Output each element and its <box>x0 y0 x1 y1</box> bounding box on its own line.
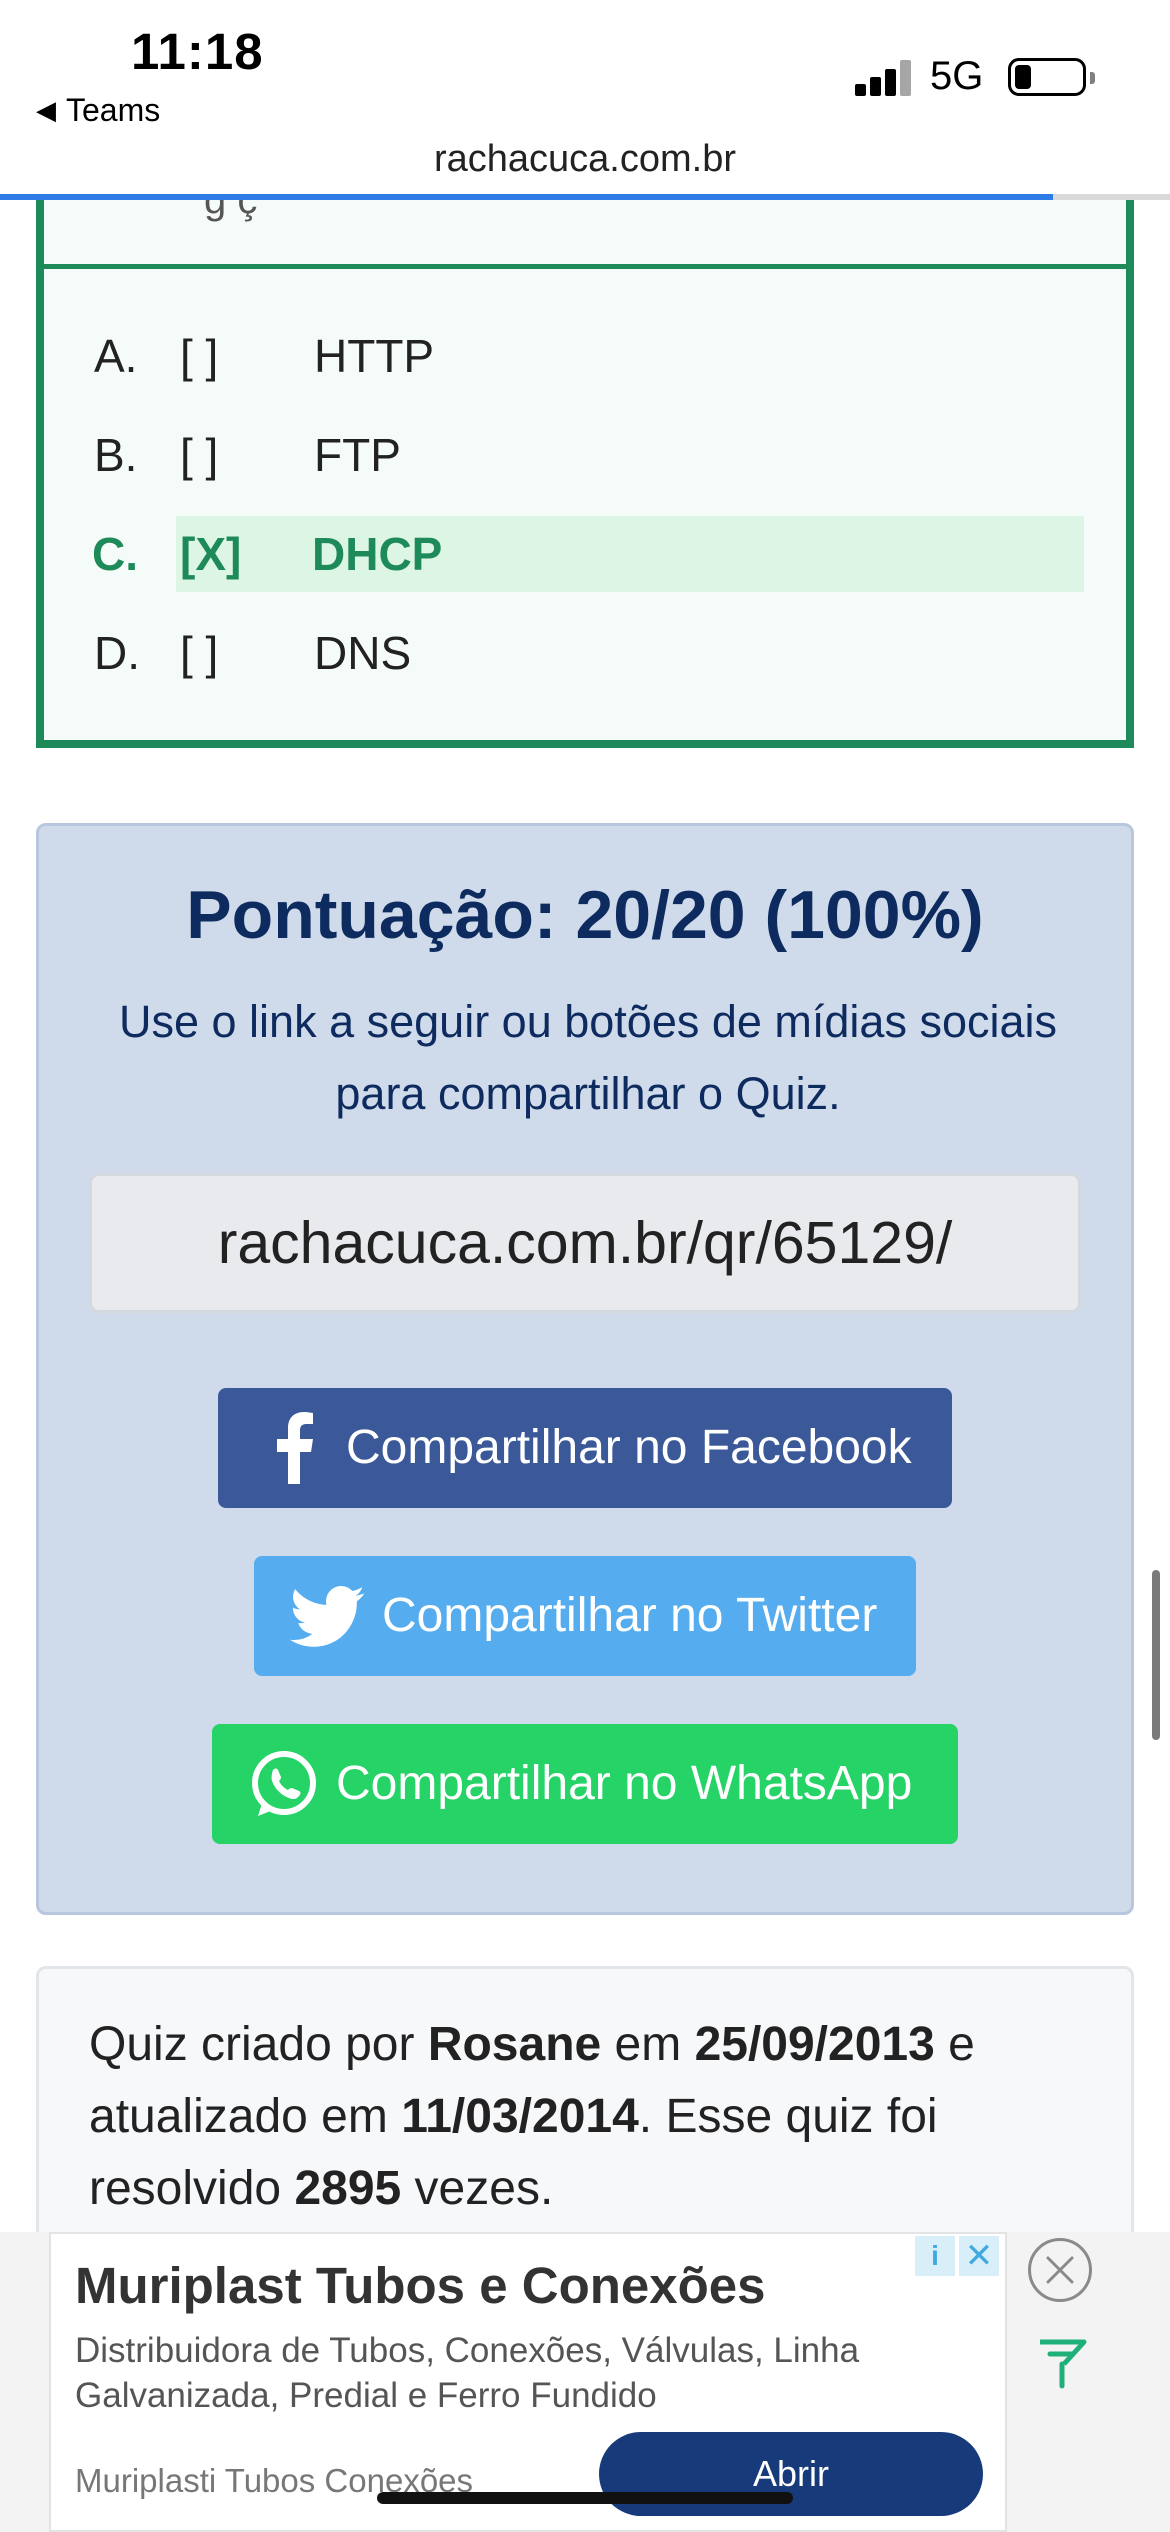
option-letter: C. <box>92 528 138 580</box>
option-letter: B. <box>94 429 138 481</box>
option-text: DNS <box>314 627 412 679</box>
ad-content[interactable]: Muriplast Tubos e Conexões Distribuidora… <box>49 2232 1007 2532</box>
page-load-progress <box>0 194 1170 200</box>
ad-choices-close-icon[interactable]: ✕ <box>959 2236 999 2276</box>
share-twitter-button[interactable]: Compartilhar no Twitter <box>254 1556 916 1676</box>
status-time: 11:18 <box>131 23 264 80</box>
whatsapp-icon <box>252 1751 316 1816</box>
ad-network-logo-icon <box>1040 2339 1087 2389</box>
address-bar-url[interactable]: rachacuca.com.br <box>0 138 1170 181</box>
network-type: 5G <box>930 54 984 98</box>
share-link-field[interactable]: rachacuca.com.br/qr/65129/ <box>89 1173 1081 1313</box>
option-checkbox: [ ] <box>180 330 219 382</box>
home-indicator[interactable] <box>377 2492 793 2504</box>
ad-description: Distribuidora de Tubos, Conexões, Válvul… <box>75 2331 860 2415</box>
option-letter: D. <box>94 627 140 679</box>
quiz-info-text: Quiz criado por Rosane em 25/09/2013 e a… <box>89 2018 975 2215</box>
ad-info-icon[interactable]: i <box>915 2236 955 2276</box>
solved-count: 2895 <box>294 2162 402 2215</box>
option-checkbox: [ ] <box>180 627 219 679</box>
score-title: Pontuação: 20/20 (100%) <box>186 877 984 953</box>
share-instructions: Use o link a seguir ou botões de mídias … <box>119 996 1057 1119</box>
share-whatsapp-button[interactable]: Compartilhar no WhatsApp <box>212 1724 958 1844</box>
close-icon <box>1046 2256 1074 2284</box>
share-facebook-label: Compartilhar no Facebook <box>346 1421 912 1474</box>
twitter-icon <box>290 1586 365 1647</box>
status-bar: 11:18 ◀ Teams 5G rachacuca.com.br <box>0 0 1170 200</box>
ad-close-button[interactable] <box>1028 2238 1092 2302</box>
back-triangle-icon: ◀ <box>36 95 56 125</box>
battery-icon <box>1008 58 1095 96</box>
score-card: Pontuação: 20/20 (100%) Use o link a seg… <box>36 823 1134 1915</box>
updated-date: 11/03/2014 <box>401 2090 639 2143</box>
back-app-label: Teams <box>66 92 161 128</box>
created-date: 25/09/2013 <box>694 2018 935 2071</box>
share-twitter-label: Compartilhar no Twitter <box>382 1589 878 1642</box>
question-card: g ç A. [ ] HTTP B. [ ] FTP C. [X] DHCP D… <box>36 140 1134 748</box>
option-text: DHCP <box>312 528 443 580</box>
ad-title[interactable]: Muriplast Tubos e Conexões <box>75 2256 766 2315</box>
quiz-author[interactable]: Rosane <box>428 2018 601 2071</box>
option-text: FTP <box>314 429 401 481</box>
share-whatsapp-label: Compartilhar no WhatsApp <box>336 1757 913 1810</box>
option-text: HTTP <box>314 330 435 382</box>
option-letter: A. <box>94 330 138 382</box>
question-divider <box>44 264 1126 269</box>
option-checkbox: [X] <box>180 528 242 580</box>
cellular-signal-icon <box>855 58 915 96</box>
scrollbar-thumb[interactable] <box>1152 1570 1160 1740</box>
option-checkbox: [ ] <box>180 429 219 481</box>
back-to-app-button[interactable]: ◀ Teams <box>36 92 160 129</box>
ad-banner: Muriplast Tubos e Conexões Distribuidora… <box>0 2232 1170 2532</box>
share-facebook-button[interactable]: Compartilhar no Facebook <box>218 1388 952 1508</box>
facebook-icon <box>277 1412 313 1484</box>
